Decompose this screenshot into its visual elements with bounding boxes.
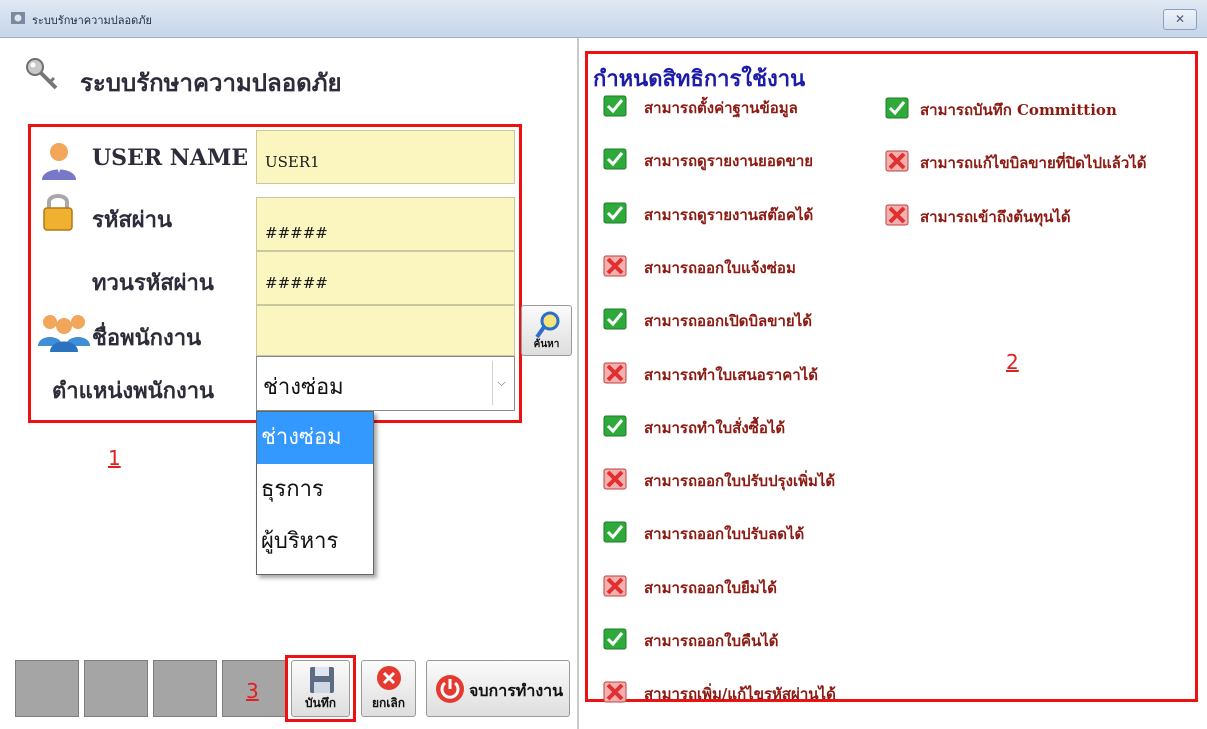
- power-icon: [436, 675, 464, 703]
- cancel-icon: [377, 666, 401, 690]
- annotation-marker-3: 3: [246, 679, 259, 703]
- dropdown-option[interactable]: ช่างซ่อม: [257, 412, 373, 464]
- dropdown-option[interactable]: ธุรการ: [257, 464, 373, 516]
- permission-label: สามารถเพิ่ม/แก้ไขรหัสผ่านได้: [644, 685, 836, 704]
- position-select[interactable]: ช่างซ่อม ⌵: [256, 356, 515, 411]
- search-button-label: ค้นหา: [533, 339, 560, 350]
- page-title: ระบบรักษาความปลอดภัย: [80, 68, 342, 97]
- permission-label: สามารถตั้งค่าฐานข้อมูล: [644, 99, 798, 117]
- floppy-disk-icon: [310, 667, 334, 693]
- permission-label: สามารถเข้าถึงต้นทุนได้: [920, 207, 1071, 226]
- annotation-marker-1: 1: [108, 446, 121, 470]
- username-field[interactable]: USER1: [256, 130, 515, 184]
- denied-cross-icon[interactable]: [603, 575, 627, 597]
- magnifier-icon: [535, 311, 560, 339]
- permission-label: สามารถออกใบแจ้งซ่อม: [644, 258, 796, 277]
- employees-icon: [38, 315, 90, 352]
- dropdown-option[interactable]: ผู้บริหาร: [257, 516, 373, 568]
- denied-cross-icon[interactable]: [885, 150, 909, 172]
- permission-label: สามารถแก้ไขบิลขายที่ปิดไปแล้วได้: [920, 154, 1147, 173]
- key-icon: [26, 58, 58, 90]
- close-icon: ✕: [1174, 12, 1186, 26]
- granted-check-icon[interactable]: [603, 202, 627, 224]
- permission-label: สามารถออกใบคืนได้: [644, 632, 779, 650]
- granted-check-icon[interactable]: [603, 95, 627, 117]
- search-button[interactable]: ค้นหา: [521, 305, 572, 356]
- position-dropdown-list: ช่างซ่อม ธุรการ ผู้บริหาร: [256, 411, 374, 575]
- granted-check-icon[interactable]: [603, 521, 627, 543]
- denied-cross-icon[interactable]: [603, 681, 627, 703]
- username-label: USER NAME: [92, 145, 249, 171]
- denied-cross-icon[interactable]: [603, 468, 627, 490]
- username-value: USER1: [265, 153, 320, 171]
- permission-label: สามารถบันทึก Committion: [920, 101, 1117, 119]
- password-value: #####: [265, 224, 328, 242]
- save-button-label: บันทึก: [305, 696, 336, 710]
- denied-cross-icon[interactable]: [603, 362, 627, 384]
- employee-name-field[interactable]: [256, 305, 515, 356]
- grey-slot-1: [15, 660, 79, 717]
- user-icon: [42, 143, 76, 180]
- annotation-marker-2: 2: [1006, 350, 1019, 374]
- denied-cross-icon[interactable]: [603, 255, 627, 277]
- permission-label: สามารถออกใบปรับลดได้: [644, 525, 805, 544]
- cancel-button[interactable]: ยกเลิก: [361, 660, 416, 717]
- confirm-password-value: #####: [265, 274, 328, 292]
- granted-check-icon[interactable]: [603, 628, 627, 650]
- password-label: รหัสผ่าน: [92, 207, 173, 233]
- permission-label: สามารถออกใบยืมได้: [644, 578, 777, 597]
- cancel-button-label: ยกเลิก: [371, 696, 406, 710]
- permission-label: สามารถทำใบเสนอราคาได้: [644, 365, 818, 384]
- position-label: ตำแหน่งพนักงาน: [52, 378, 215, 404]
- permissions-title: กำหนดสิทธิการใช้งาน: [593, 66, 806, 92]
- save-button[interactable]: บันทึก: [291, 660, 350, 717]
- permission-label: สามารถออกเปิดบิลขายได้: [644, 312, 812, 331]
- position-selected-value: ช่างซ่อม: [263, 375, 344, 400]
- permission-label: สามารถทำใบสั่งซื้อได้: [644, 418, 786, 437]
- password-field[interactable]: #####: [256, 197, 515, 251]
- confirm-password-label: ทวนรหัสผ่าน: [92, 270, 214, 296]
- permission-label: สามารถดูรายงานสต๊อคได้: [644, 205, 814, 224]
- granted-check-icon[interactable]: [885, 97, 909, 119]
- grey-slot-2: [84, 660, 148, 717]
- app-icon: [11, 12, 25, 24]
- window-titlebar: ระบบรักษาความปลอดภัย ✕: [0, 0, 1207, 38]
- exit-button-label: จบการทำงาน: [469, 681, 564, 700]
- granted-check-icon[interactable]: [603, 308, 627, 330]
- denied-cross-icon[interactable]: [885, 204, 909, 226]
- permission-label: สามารถออกใบปรับปรุงเพิ่มได้: [644, 472, 836, 491]
- chevron-down-icon[interactable]: ⌵: [492, 361, 510, 405]
- exit-button[interactable]: จบการทำงาน: [426, 660, 570, 717]
- close-button[interactable]: ✕: [1163, 9, 1197, 30]
- window-title: ระบบรักษาความปลอดภัย: [32, 14, 152, 27]
- permission-label: สามารถดูรายงานยอดขาย: [644, 152, 814, 171]
- employee-name-label: ชื่อพนักงาน: [92, 325, 202, 351]
- granted-check-icon[interactable]: [603, 415, 627, 437]
- lock-icon: [43, 194, 73, 231]
- grey-slot-3: [153, 660, 217, 717]
- granted-check-icon[interactable]: [603, 148, 627, 170]
- confirm-password-field[interactable]: #####: [256, 251, 515, 305]
